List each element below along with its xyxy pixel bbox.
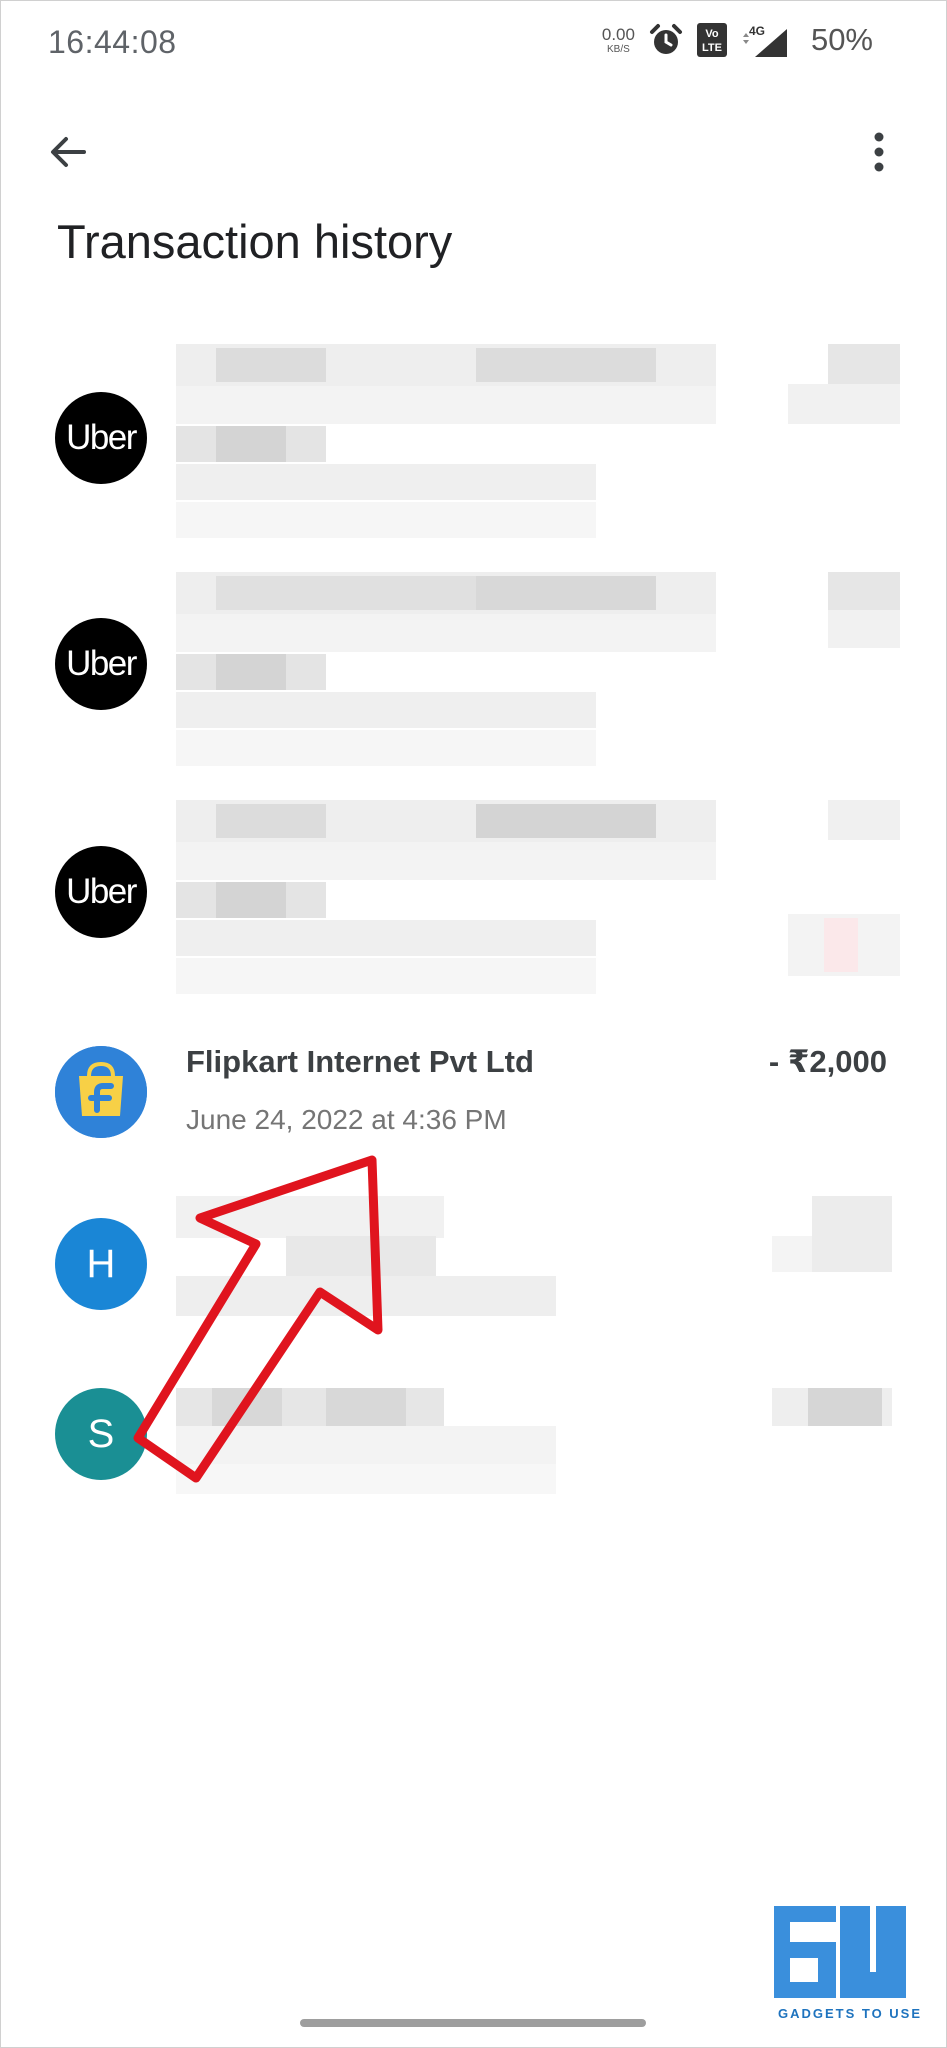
merchant-avatar: Uber — [55, 846, 147, 938]
page-title: Transaction history — [57, 215, 453, 268]
status-bar: 16:44:08 0.00 KB/S Vo LTE 4G 50% — [0, 0, 947, 90]
watermark-text: GADGETS TO USE — [777, 2006, 923, 2021]
more-options-button[interactable] — [851, 124, 907, 180]
flipkart-logo-icon — [55, 1046, 147, 1138]
avatar-letter: H — [86, 1241, 116, 1286]
svg-text:Vo: Vo — [705, 28, 719, 40]
transaction-merchant-name: Flipkart Internet Pvt Ltd — [186, 1044, 534, 1079]
back-button[interactable] — [40, 124, 96, 180]
more-vert-icon — [874, 132, 884, 172]
svg-text:LTE: LTE — [702, 42, 722, 54]
signal-4g-icon: 4G — [742, 24, 787, 57]
arrow-back-icon — [51, 137, 86, 167]
battery-level: 50% — [810, 22, 873, 57]
contact-avatar: H — [55, 1218, 147, 1310]
gadgets-to-use-logo-icon — [774, 1906, 906, 1998]
gadgets-to-use-watermark: GADGETS TO USE — [770, 1902, 930, 2032]
flipkart-avatar — [55, 1046, 147, 1138]
avatar-label: Uber — [66, 418, 137, 457]
contact-avatar: S — [55, 1388, 147, 1480]
network-speed-value: 0.00 — [601, 24, 635, 44]
transaction-amount: - ₹2,000 — [768, 1044, 887, 1079]
merchant-avatar: Uber — [55, 618, 147, 710]
network-speed-unit: KB/S — [607, 43, 630, 55]
avatar-letter: S — [87, 1411, 115, 1456]
volte-icon: Vo LTE — [696, 23, 727, 57]
avatar-label: Uber — [66, 872, 137, 911]
status-icons: 0.00 KB/S Vo LTE 4G 50% — [602, 22, 873, 58]
transaction-date: June 24, 2022 at 4:36 PM — [186, 1104, 507, 1135]
home-indicator[interactable] — [300, 2019, 646, 2027]
screen-frame — [0, 0, 947, 2048]
svg-text:4G: 4G — [749, 24, 765, 38]
status-time: 16:44:08 — [48, 24, 177, 60]
avatar-label: Uber — [66, 644, 137, 683]
alarm-icon — [649, 24, 682, 54]
network-speed: 0.00 KB/S — [602, 26, 635, 55]
merchant-avatar: Uber — [55, 392, 147, 484]
